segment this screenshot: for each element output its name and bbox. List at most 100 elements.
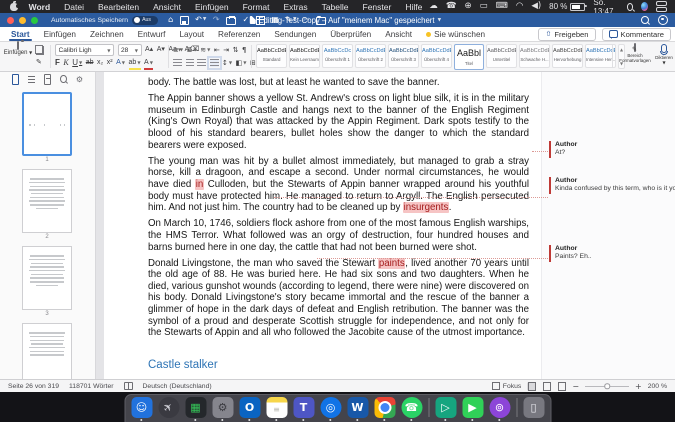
close-window-button[interactable] bbox=[7, 17, 14, 24]
menu-einfügen[interactable]: Einfügen bbox=[188, 2, 236, 12]
word-count[interactable]: 118701 Wörter bbox=[69, 383, 113, 390]
focus-mode-button[interactable]: Fokus bbox=[492, 382, 522, 390]
copy-icon[interactable] bbox=[36, 46, 44, 55]
ribbon-tab-einfügen[interactable]: Einfügen bbox=[37, 27, 83, 41]
align-left-button[interactable] bbox=[173, 59, 182, 67]
document-text[interactable]: body. The battle was lost, but at least … bbox=[148, 77, 529, 371]
dock-app-outlook-icon[interactable]: O bbox=[239, 397, 260, 418]
control-center-icon[interactable] bbox=[656, 1, 667, 13]
font-size-select[interactable]: 28 ▼ bbox=[118, 44, 142, 56]
page-thumbnail-2[interactable] bbox=[22, 169, 72, 233]
style-card-untertitel[interactable]: AaBbCcDdEeUntertitel bbox=[486, 44, 517, 68]
redo-button[interactable]: ↷ bbox=[213, 13, 220, 27]
dock-app-facetime-icon[interactable]: ▶ bbox=[462, 397, 483, 418]
style-card-überschrift-1[interactable]: AaBbCcDcÜberschrift 1 bbox=[322, 44, 353, 68]
justify-button[interactable] bbox=[210, 59, 219, 67]
document-paragraph[interactable]: The young man was hit by a bullet almost… bbox=[148, 156, 529, 214]
web-layout-view-button[interactable] bbox=[542, 382, 551, 391]
menu-datei[interactable]: Datei bbox=[57, 2, 91, 12]
menu-extras[interactable]: Extras bbox=[276, 2, 314, 12]
dock-app-finder-icon[interactable]: ☺ bbox=[131, 397, 152, 418]
edit-pane-tab-icon[interactable] bbox=[44, 74, 51, 85]
ribbon-tab-zeichnen[interactable]: Zeichnen bbox=[83, 27, 131, 41]
language-indicator[interactable]: Deutsch (Deutschland) bbox=[143, 383, 212, 390]
font-color-button[interactable]: A▼ bbox=[144, 58, 153, 68]
display-icon[interactable]: ▭ bbox=[480, 0, 488, 13]
headings-tab-icon[interactable] bbox=[28, 76, 35, 83]
italic-button[interactable]: K bbox=[63, 58, 68, 68]
format-painter-icon[interactable]: ✎ bbox=[36, 58, 44, 66]
save-icon[interactable] bbox=[180, 16, 189, 25]
wifi-icon[interactable]: ◠ bbox=[516, 0, 523, 13]
menu-ansicht[interactable]: Ansicht bbox=[146, 2, 188, 12]
menu-bearbeiten[interactable]: Bearbeiten bbox=[91, 2, 146, 12]
page-thumbnail-4[interactable] bbox=[22, 323, 72, 379]
document-paragraph[interactable]: The Appin banner shows a yellow St. Andr… bbox=[148, 93, 529, 151]
menu-hilfe[interactable]: Hilfe bbox=[398, 2, 429, 12]
dock-app-window-grid-app-icon[interactable]: ▦ bbox=[185, 397, 206, 418]
dock-app-system-settings-icon[interactable]: ⚙ bbox=[212, 397, 233, 418]
page-indicator[interactable]: Seite 26 von 319 bbox=[8, 383, 59, 390]
thumbnails-tab-icon[interactable] bbox=[12, 74, 19, 85]
ribbon-tab-layout[interactable]: Layout bbox=[172, 27, 211, 41]
dock-app-word-icon[interactable]: W bbox=[347, 397, 368, 418]
dictate-button[interactable]: Diktieren ▼ bbox=[655, 44, 673, 65]
subscript-button[interactable]: x₂ bbox=[97, 58, 103, 68]
shading-button[interactable]: ◧▼ bbox=[236, 58, 247, 68]
zoom-out-button[interactable]: − bbox=[572, 382, 579, 391]
style-card-überschrift-2[interactable]: AaBbCcDdEeÜberschrift 2 bbox=[355, 44, 386, 68]
zoom-slider[interactable] bbox=[585, 386, 629, 387]
dock-app-teams-icon[interactable]: T bbox=[293, 397, 314, 418]
style-card-überschrift-4[interactable]: AaBbCcDdEeÜberschrift 4 bbox=[421, 44, 452, 68]
document-paragraph[interactable]: On March 10, 1746, soldiers flock ashore… bbox=[148, 218, 529, 253]
print-layout-view-button[interactable] bbox=[527, 382, 536, 391]
spelling-check-icon[interactable]: ✓ bbox=[243, 13, 250, 27]
paste-button[interactable]: Einfügen ▼ bbox=[0, 42, 36, 56]
shrink-font-button[interactable]: A▾ bbox=[157, 45, 165, 55]
underline-button[interactable]: U▼ bbox=[72, 58, 82, 68]
proofing-status-icon[interactable] bbox=[124, 382, 133, 390]
apple-menu-icon[interactable] bbox=[10, 3, 18, 11]
volume-icon[interactable]: ◀) bbox=[531, 0, 541, 13]
page-thumbnail-3[interactable] bbox=[22, 246, 72, 310]
battery-indicator[interactable]: 80 % bbox=[549, 2, 585, 11]
ribbon-tab-sie-wünschen[interactable]: Sie wünschen bbox=[419, 27, 492, 41]
style-card-titel[interactable]: AaBblTitel bbox=[454, 44, 484, 70]
font-name-select[interactable]: Calibri Ligh ▼ bbox=[55, 44, 114, 56]
menu-fenster[interactable]: Fenster bbox=[356, 2, 399, 12]
dock-app-podcasts-icon[interactable]: ⊚ bbox=[489, 397, 510, 418]
style-card-schwache-h-[interactable]: AaBbCcDdEeSchwache H... bbox=[519, 44, 550, 68]
menu-word[interactable]: Word bbox=[22, 2, 58, 12]
home-icon[interactable]: ⌂ bbox=[168, 13, 173, 27]
increase-indent-button[interactable]: ⇥ bbox=[223, 45, 229, 55]
show-paragraph-marks-button[interactable]: ¶ bbox=[242, 45, 246, 55]
minimize-window-button[interactable] bbox=[19, 17, 26, 24]
style-card-standard[interactable]: AaBbCcDdEeStandard bbox=[256, 44, 287, 68]
spotlight-search-icon[interactable] bbox=[627, 3, 633, 11]
multilevel-list-button[interactable]: ≋▼ bbox=[200, 45, 210, 55]
sync-icon[interactable]: ⊕ bbox=[464, 0, 471, 13]
outline-view-button[interactable] bbox=[557, 382, 566, 391]
style-card-überschrift-3[interactable]: AaBbCcDdEeÜberschrift 3 bbox=[388, 44, 419, 68]
document-heading[interactable]: Castle stalker bbox=[148, 360, 529, 372]
zoom-level[interactable]: 200 % bbox=[648, 383, 667, 390]
phone-icon[interactable]: ☎ bbox=[446, 0, 457, 13]
share-button[interactable]: ⇧ Freigeben bbox=[538, 28, 595, 41]
sidebar-settings-icon[interactable]: ⚙ bbox=[76, 75, 83, 84]
siri-icon[interactable] bbox=[641, 2, 648, 11]
ribbon-tab-sendungen[interactable]: Sendungen bbox=[267, 27, 323, 41]
comment-card-3[interactable]: AuthorPaints? Eh.. bbox=[549, 245, 675, 262]
ribbon-tab-ansicht[interactable]: Ansicht bbox=[378, 27, 419, 41]
comment-card-2[interactable]: AuthorKinda confused by this term, who i… bbox=[549, 177, 675, 194]
superscript-button[interactable]: x² bbox=[107, 58, 113, 68]
text-effects-button[interactable]: A▼ bbox=[116, 58, 125, 68]
dock-app-blue-arcs-app-icon[interactable]: ◎ bbox=[320, 397, 341, 418]
dock-app-chrome-icon[interactable] bbox=[374, 397, 395, 418]
sidebar-search-icon[interactable] bbox=[60, 75, 67, 83]
document-paragraph[interactable]: body. The battle was lost, but at least … bbox=[148, 77, 529, 89]
styles-pane-button[interactable]: Bereich Formatvorlagen bbox=[617, 44, 653, 63]
print-icon[interactable] bbox=[226, 15, 236, 25]
autosave-toggle[interactable]: Aus bbox=[132, 16, 158, 25]
line-spacing-button[interactable]: ↕▼ bbox=[222, 58, 232, 68]
zoom-in-button[interactable]: + bbox=[635, 382, 642, 391]
